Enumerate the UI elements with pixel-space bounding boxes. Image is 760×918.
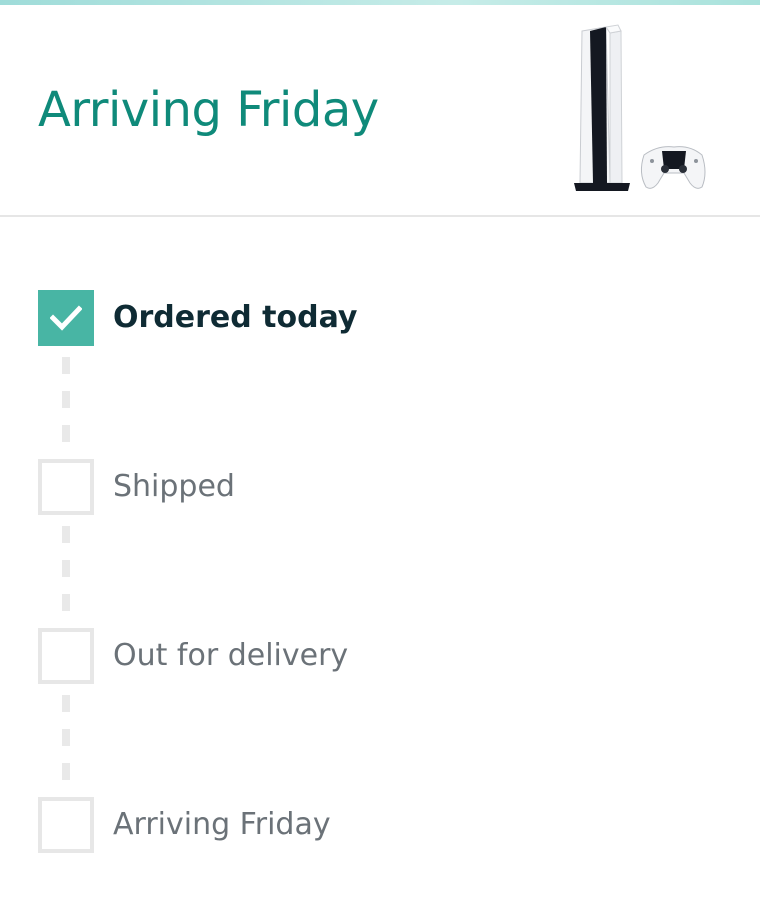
checkmark-icon	[50, 305, 82, 331]
step-label: Ordered today	[113, 300, 358, 335]
step-checkbox-empty	[38, 797, 94, 853]
step-label: Out for delivery	[113, 638, 349, 673]
timeline-step-shipped: Shipped	[38, 459, 738, 515]
step-checkbox-checked	[38, 290, 94, 346]
timeline-connector	[62, 695, 70, 797]
product-image	[574, 24, 706, 191]
step-label: Arriving Friday	[113, 807, 331, 842]
step-label: Shipped	[113, 469, 235, 504]
delivery-timeline: Ordered today Shipped Out for delivery A…	[0, 217, 760, 918]
step-checkbox-empty	[38, 628, 94, 684]
timeline-connector	[62, 526, 70, 628]
timeline-step-ordered: Ordered today	[38, 290, 738, 346]
arrival-title: Arriving Friday	[38, 82, 379, 138]
timeline-step-arriving: Arriving Friday	[38, 797, 738, 853]
step-checkbox-empty	[38, 459, 94, 515]
delivery-header: Arriving Friday	[0, 5, 760, 215]
timeline-step-out-for-delivery: Out for delivery	[38, 628, 738, 684]
timeline-connector	[62, 357, 70, 459]
